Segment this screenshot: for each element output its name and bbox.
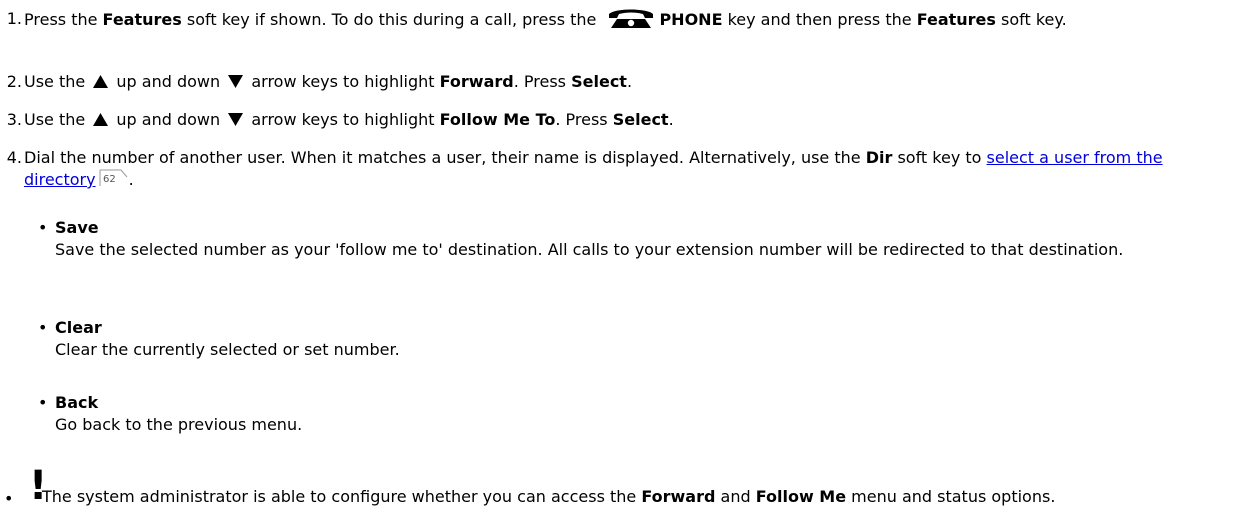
option-title: Back — [55, 393, 99, 412]
down-arrow-icon — [228, 113, 244, 126]
features-key-label: Features — [102, 10, 182, 29]
step-4: 4. Dial the number of another user. When… — [0, 147, 1239, 191]
option-save: • Save Save the selected number as your … — [38, 217, 1220, 261]
up-arrow-icon — [93, 75, 109, 88]
select-label: Select — [571, 72, 627, 91]
forward-label: Forward — [439, 72, 514, 91]
step-1: 1. Press the Features soft key if shown.… — [0, 8, 1239, 31]
forward-label: Forward — [641, 487, 716, 506]
option-clear: • Clear Clear the currently selected or … — [38, 317, 1220, 361]
step-3: 3. Use the up and down arrow keys to hig… — [0, 109, 1239, 131]
step-number: 4. — [6, 148, 22, 167]
option-description: Save the selected number as your 'follow… — [55, 240, 1124, 259]
bullet: • — [4, 489, 14, 508]
follow-me-to-label: Follow Me To — [439, 110, 556, 129]
step-text: Use the up and down arrow keys to highli… — [24, 72, 633, 91]
select-label: Select — [612, 110, 669, 129]
step-2: 2. Use the up and down arrow keys to hig… — [0, 71, 1239, 93]
option-back: • Back Go back to the previous menu. — [38, 392, 1220, 436]
step-number: 2. — [6, 72, 22, 91]
bullet: • — [38, 393, 48, 412]
bullet: • — [38, 318, 48, 337]
phone-key-label: PHONE — [659, 10, 723, 29]
option-description: Go back to the previous menu. — [55, 415, 303, 434]
up-arrow-icon — [93, 113, 109, 126]
bullet: • — [38, 218, 48, 237]
features-key-label: Features — [916, 10, 996, 29]
page-reference-number: 62 — [103, 174, 116, 185]
dir-key-label: Dir — [865, 148, 893, 167]
step-number: 3. — [6, 110, 22, 129]
step-number: 1. — [6, 9, 22, 28]
page-reference-icon[interactable]: 62 — [99, 169, 129, 187]
follow-me-label: Follow Me — [755, 487, 847, 506]
option-title: Save — [55, 218, 99, 237]
step-text: Press the Features soft key if shown. To… — [24, 9, 1067, 29]
step-text: Use the up and down arrow keys to highli… — [24, 110, 674, 129]
down-arrow-icon — [228, 75, 244, 88]
note-text: The system administrator is able to conf… — [42, 487, 1056, 506]
option-title: Clear — [55, 318, 102, 337]
step-text: Dial the number of another user. When it… — [24, 148, 1163, 189]
option-description: Clear the currently selected or set numb… — [55, 340, 400, 359]
phone-handset-icon — [609, 9, 654, 28]
